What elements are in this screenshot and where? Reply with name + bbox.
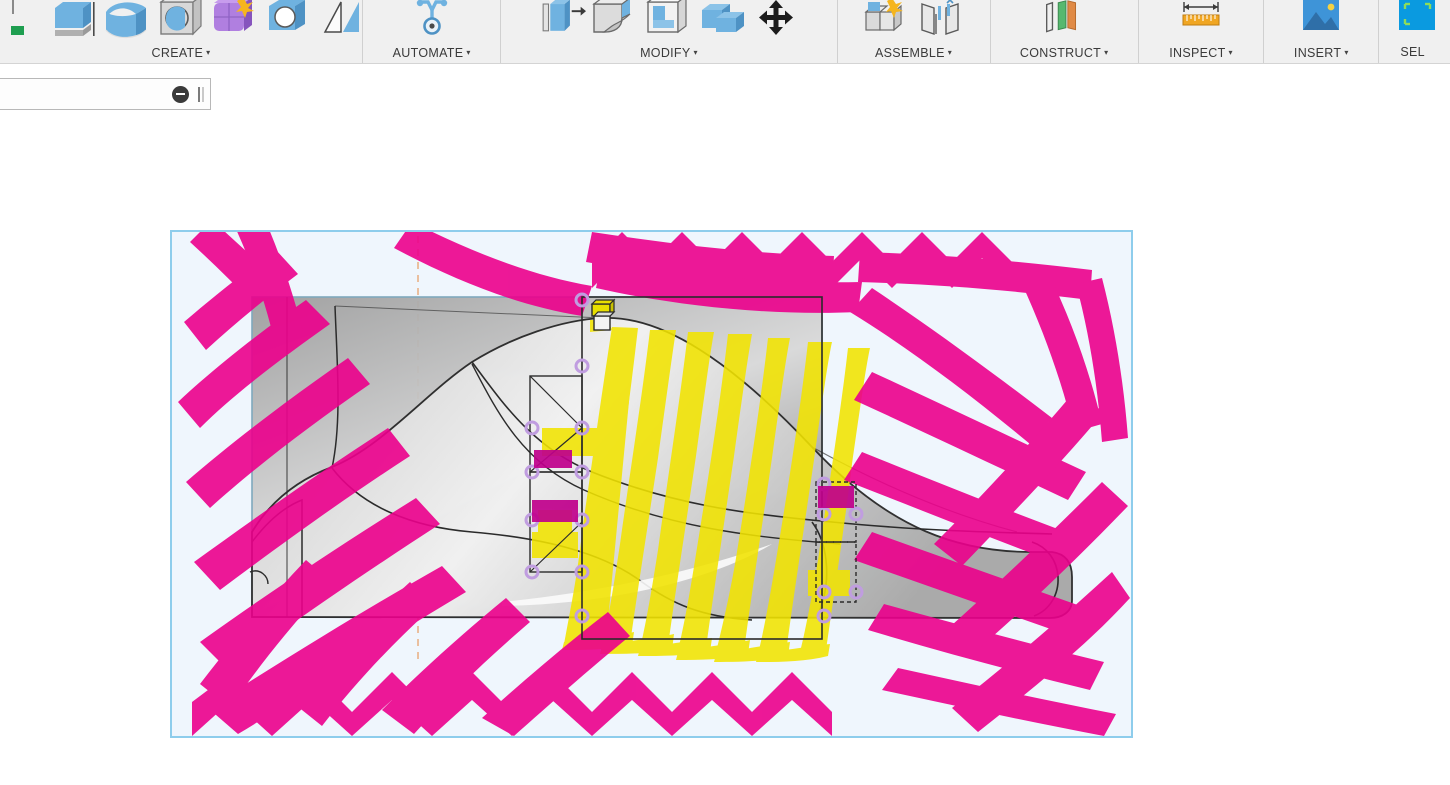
ribbon-panel-automate: AUTOMATE ▾ xyxy=(363,0,502,63)
combine-tool[interactable] xyxy=(698,0,748,42)
revolve-tool[interactable] xyxy=(102,0,152,42)
assemble-tool-icons xyxy=(862,0,966,42)
ribbon-panel-construct: CONSTRUCT ▾ xyxy=(991,0,1139,63)
insert-label-text: INSERT xyxy=(1293,46,1342,60)
browser-row-bodies-group[interactable]: s xyxy=(0,442,80,468)
browser-row-document-version[interactable]: v39 xyxy=(0,122,80,148)
inspect-label-text: INSPECT xyxy=(1169,46,1226,60)
chevron-down-icon: ▾ xyxy=(947,48,953,57)
browser-row-blank-2[interactable] xyxy=(0,266,80,292)
measure-tool[interactable] xyxy=(1176,0,1226,42)
ribbon-panel-modify: MODIFY ▾ xyxy=(501,0,838,63)
chevron-down-icon: ▾ xyxy=(1344,48,1349,57)
browser-row-construction-group[interactable]: ruction xyxy=(0,514,80,540)
construct-label-text: CONSTRUCT xyxy=(1019,46,1102,60)
browser-row-origin-group[interactable] xyxy=(0,302,80,328)
modify-tool-icons xyxy=(536,0,802,42)
chevron-down-icon: ▾ xyxy=(206,48,211,57)
new-component-tool[interactable] xyxy=(862,0,912,42)
shell-tool[interactable] xyxy=(644,0,694,42)
fillet-tool[interactable] xyxy=(590,0,640,42)
viewport-graphics xyxy=(178,232,1130,736)
assemble-panel-label[interactable]: ASSEMBLE ▾ xyxy=(875,42,952,63)
insert-tool-icons xyxy=(1296,0,1346,42)
automate-label-text: AUTOMATE xyxy=(392,46,464,60)
chevron-down-icon: ▾ xyxy=(466,48,471,57)
browser-row-document-settings[interactable]: ngs xyxy=(0,158,80,184)
modeling-viewport[interactable] xyxy=(170,230,1133,738)
select-label-text: SEL xyxy=(1400,45,1425,59)
sweep-tool[interactable] xyxy=(156,0,206,42)
create-label-text: CREATE xyxy=(151,46,204,60)
create-panel-label[interactable]: CREATE ▾ xyxy=(152,42,211,63)
press-pull-tool[interactable] xyxy=(536,0,586,42)
browser-row-blank-3[interactable] xyxy=(0,406,80,432)
ribbon-panel-insert: INSERT ▾ xyxy=(1264,0,1380,63)
browser-tree: v39 ngs ion ht:1 s nes ruction xyxy=(0,122,80,550)
automate-tool[interactable] xyxy=(407,0,457,42)
rib-tool[interactable] xyxy=(318,0,368,42)
assemble-label-text: ASSEMBLE xyxy=(875,46,945,60)
text-caret xyxy=(198,86,200,102)
ribbon-panel-inspect: INSPECT ▾ xyxy=(1139,0,1265,63)
minus-circle-icon[interactable] xyxy=(172,85,189,103)
inspect-panel-label[interactable]: INSPECT ▾ xyxy=(1169,42,1233,63)
browser-search-bar[interactable] xyxy=(0,78,211,110)
modify-panel-label[interactable]: MODIFY ▾ xyxy=(640,42,698,63)
chevron-down-icon: ▾ xyxy=(1228,48,1233,57)
move-copy-tool[interactable] xyxy=(752,0,802,42)
select-panel-label[interactable]: SEL xyxy=(1400,42,1425,63)
select-tool[interactable] xyxy=(1395,0,1435,42)
sketch-green-marker[interactable] xyxy=(0,0,44,42)
browser-row-named-views[interactable]: ion xyxy=(0,230,80,256)
chevron-down-icon: ▾ xyxy=(693,48,698,57)
modify-label-text: MODIFY xyxy=(640,46,691,60)
browser-row-component-right-1[interactable]: ht:1 xyxy=(0,370,80,396)
ribbon-panel-create: CREATE ▾ xyxy=(0,0,363,63)
extrude-tool[interactable] xyxy=(48,0,98,42)
ribbon-toolbar: CREATE ▾ AUTOMATE ▾ MODIFY ▾ ASSEMBLE ▾ … xyxy=(0,0,1450,64)
construct-tool-icons xyxy=(1039,0,1089,42)
automate-panel-label[interactable]: AUTOMATE ▾ xyxy=(393,42,471,63)
ribbon-panel-select: SEL xyxy=(1379,0,1450,63)
ribbon-panel-assemble: ASSEMBLE ▾ xyxy=(838,0,991,63)
loft-tool[interactable] xyxy=(210,0,260,42)
select-tool-icons xyxy=(1395,0,1435,42)
construct-panel-label[interactable]: CONSTRUCT ▾ xyxy=(1020,42,1109,63)
chevron-down-icon: ▾ xyxy=(1104,48,1109,57)
offset-plane-tool[interactable] xyxy=(1039,0,1089,42)
inspect-tool-icons xyxy=(1176,0,1226,42)
automate-tool-icons xyxy=(407,0,457,42)
joint-tool[interactable] xyxy=(916,0,966,42)
insert-panel-label[interactable]: INSERT ▾ xyxy=(1294,42,1349,63)
panel-resize-handle[interactable] xyxy=(202,86,204,102)
insert-image-tool[interactable] xyxy=(1296,0,1346,42)
create-tool-icons xyxy=(0,0,368,42)
hole-tool[interactable] xyxy=(264,0,314,42)
browser-row-blank-1[interactable] xyxy=(0,194,80,220)
browser-row-planes-group[interactable]: nes xyxy=(0,478,80,504)
